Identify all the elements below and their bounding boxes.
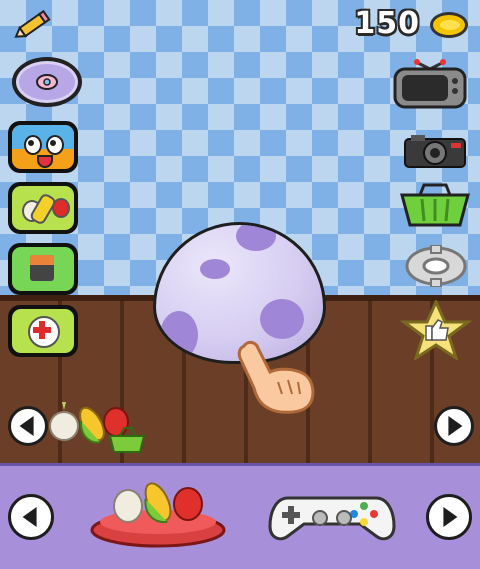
camera-icon[interactable] — [403, 133, 467, 173]
tv-icon[interactable] — [392, 55, 468, 113]
pencil-icon[interactable] — [14, 9, 54, 38]
gamepad-icon[interactable] — [268, 492, 396, 548]
food-bowl-icon[interactable] — [88, 482, 228, 552]
pacifier-icon — [16, 61, 78, 103]
first-aid-icon — [12, 309, 74, 353]
bathtub-icon — [12, 247, 74, 291]
egg-spot — [200, 259, 230, 279]
food-icon — [12, 186, 74, 230]
egg-spot — [236, 225, 276, 251]
character-button[interactable] — [8, 121, 78, 173]
shopping-basket-icon[interactable] — [398, 183, 472, 231]
coin-icon — [430, 12, 468, 38]
item-next-arrow[interactable] — [426, 494, 472, 540]
thumbs-up-star-icon[interactable] — [398, 298, 474, 364]
egg-spot — [260, 299, 304, 339]
room-next-arrow[interactable] — [434, 406, 474, 446]
character-face-icon — [12, 125, 74, 169]
item-prev-arrow[interactable] — [8, 494, 54, 540]
gear-icon[interactable] — [404, 244, 468, 291]
bath-button[interactable] — [8, 243, 78, 295]
coin-counter: 150 — [354, 6, 420, 41]
health-button[interactable] — [8, 305, 78, 357]
egg-spot — [160, 311, 198, 359]
food-button[interactable] — [8, 182, 78, 234]
room-prev-arrow[interactable] — [8, 406, 48, 446]
pacifier-button[interactable] — [12, 57, 82, 107]
bottom-bar — [0, 463, 480, 569]
food-pile[interactable] — [46, 398, 152, 458]
pointing-hand-icon — [234, 338, 318, 420]
